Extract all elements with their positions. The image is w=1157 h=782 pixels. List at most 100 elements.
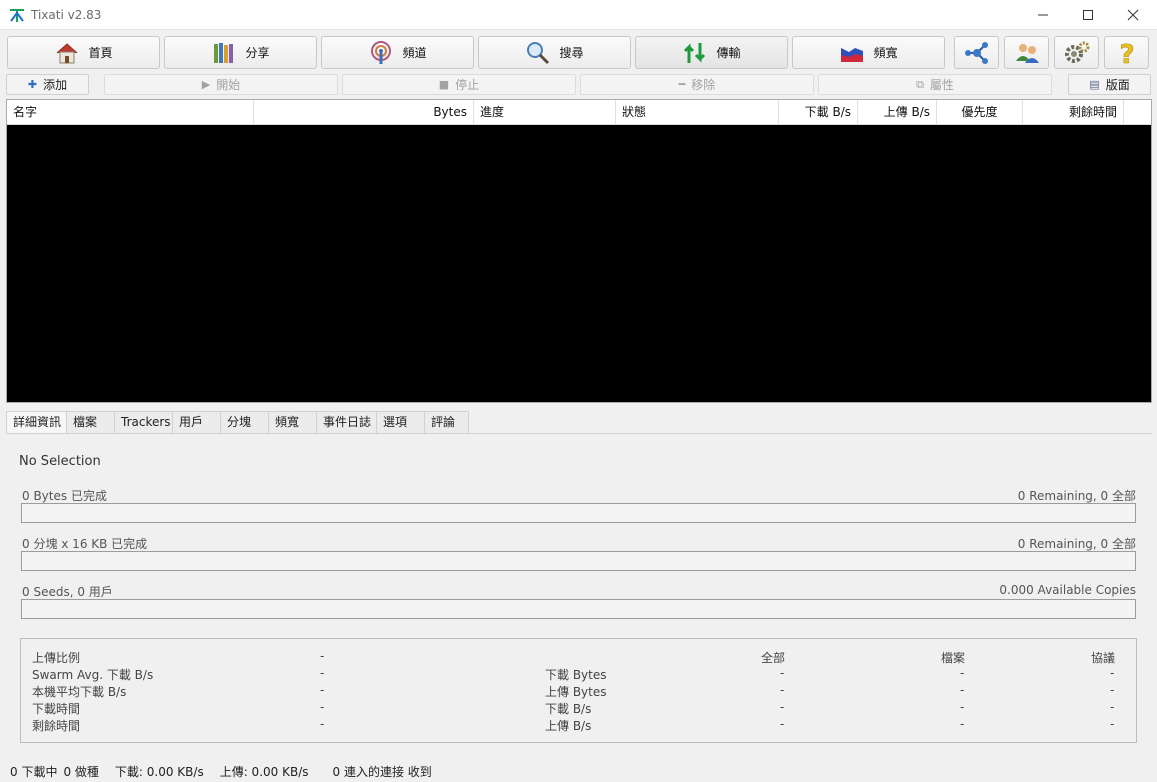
nav-search-button[interactable]: 搜尋 (478, 36, 631, 69)
tab-details[interactable]: 詳細資訊 (6, 411, 67, 434)
search-icon (527, 41, 550, 64)
users-icon (1015, 43, 1039, 63)
stop-label: 停止 (455, 78, 480, 92)
bytes-progress-bar (21, 503, 1136, 523)
stat-label-upload-ratio: 上傳比例 (32, 651, 81, 665)
start-button[interactable]: ▶ 開始 (104, 74, 338, 95)
stat-cell: - (780, 700, 785, 714)
status-download-rate: 下載: 0.00 KB/s (114, 764, 204, 779)
books-icon (214, 42, 234, 63)
stat-cell: - (1110, 666, 1115, 680)
transfer-arrows-icon (684, 42, 706, 63)
add-button[interactable]: ✚ 添加 (6, 74, 89, 95)
column-download-rate[interactable]: 下載 B/s (779, 100, 858, 125)
remove-button[interactable]: ━ 移除 (580, 74, 814, 95)
network-button[interactable] (954, 36, 999, 69)
nav-home-button[interactable]: 首頁 (7, 36, 160, 69)
start-label: 開始 (216, 78, 241, 92)
stat-cell: - (960, 683, 965, 697)
status-incoming-connections: 0 連入的連接 收到 (332, 764, 432, 779)
properties-label: 屬性 (929, 78, 954, 92)
gear-icon (1064, 41, 1089, 63)
stat-row-download-rate: 下載 B/s (545, 702, 592, 716)
layout-icon: ▤ (1089, 78, 1100, 91)
stat-value-download-time: - (320, 700, 325, 714)
details-panel: No Selection 0 Bytes 已完成 0 Remaining, 0 … (6, 433, 1152, 760)
nav-home-label: 首頁 (88, 46, 113, 60)
nav-share-button[interactable]: 分享 (164, 36, 317, 69)
status-seeding: 0 做種 (63, 764, 99, 779)
status-downloading: 0 下載中 (10, 764, 58, 779)
stat-cell: - (780, 666, 785, 680)
column-status[interactable]: 狀態 (616, 100, 779, 125)
stat-col-protocol: 協議 (1090, 651, 1115, 665)
properties-icon: ⧉ (916, 77, 924, 91)
stat-cell: - (780, 717, 785, 731)
nav-transfers-button[interactable]: 傳輸 (635, 36, 788, 69)
stat-value-local-avg: - (320, 683, 325, 697)
remove-label: 移除 (691, 78, 716, 92)
tab-bandwidth[interactable]: 頻寬 (268, 411, 317, 433)
stat-cell: - (960, 666, 965, 680)
detail-tabs: 詳細資訊 檔案 Trackers 用戶 分塊 頻寬 事件日誌 選項 評論 (6, 411, 469, 434)
stat-cell: - (960, 700, 965, 714)
stat-label-time-remaining: 剩餘時間 (32, 719, 81, 733)
tab-files[interactable]: 檔案 (66, 411, 115, 433)
add-label: 添加 (43, 78, 68, 92)
stat-row-upload-rate: 上傳 B/s (545, 719, 592, 733)
close-icon (1127, 9, 1139, 21)
tab-event-log[interactable]: 事件日誌 (316, 411, 377, 433)
stat-label-local-avg: 本機平均下載 B/s (32, 685, 127, 699)
seeds-peers-label: 0 Seeds, 0 用戶 (22, 585, 113, 599)
stop-icon: ■ (438, 78, 450, 91)
column-progress[interactable]: 進度 (474, 100, 616, 125)
layout-label: 版面 (1105, 78, 1130, 92)
bytes-done-label: 0 Bytes 已完成 (22, 489, 107, 503)
stat-cell: - (780, 683, 785, 697)
table-body[interactable] (7, 126, 1151, 402)
users-button[interactable] (1004, 36, 1049, 69)
available-copies-label: 0.000 Available Copies (999, 583, 1136, 597)
column-bytes[interactable]: Bytes (254, 100, 474, 125)
stat-row-download-bytes: 下載 Bytes (545, 668, 607, 682)
column-priority[interactable]: 優先度 (937, 100, 1023, 125)
stat-value-upload-ratio: - (320, 649, 325, 663)
bytes-remaining-label: 0 Remaining, 0 全部 (1017, 489, 1136, 503)
minimize-button[interactable] (1020, 0, 1066, 30)
tab-trackers[interactable]: Trackers (114, 411, 173, 433)
status-upload-rate: 上傳: 0.00 KB/s (219, 764, 309, 779)
nav-search-label: 搜尋 (559, 46, 584, 60)
minus-icon: ━ (678, 78, 686, 91)
home-icon (57, 42, 78, 63)
transfers-table[interactable]: 名字 Bytes 進度 狀態 下載 B/s 上傳 B/s 優先度 剩餘時間 (6, 99, 1152, 403)
column-name[interactable]: 名字 (7, 100, 254, 125)
nav-channels-button[interactable]: 頻道 (321, 36, 474, 69)
maximize-button[interactable] (1065, 0, 1111, 30)
tab-peers[interactable]: 用戶 (172, 411, 221, 433)
tab-pieces[interactable]: 分塊 (220, 411, 269, 433)
stat-col-total: 全部 (760, 651, 785, 665)
pieces-progress-bar (21, 551, 1136, 571)
stat-cell: - (1110, 717, 1115, 731)
help-button[interactable]: ? (1104, 36, 1149, 69)
nav-bandwidth-button[interactable]: 頻寬 (792, 36, 945, 69)
stat-row-upload-bytes: 上傳 Bytes (545, 685, 607, 699)
layout-button[interactable]: ▤ 版面 (1068, 74, 1151, 95)
stat-label-swarm-avg: Swarm Avg. 下載 B/s (32, 668, 154, 682)
stop-button[interactable]: ■ 停止 (342, 74, 576, 95)
minimize-icon (1038, 14, 1048, 16)
close-button[interactable] (1110, 0, 1156, 30)
column-time-remaining[interactable]: 剩餘時間 (1023, 100, 1124, 125)
properties-button[interactable]: ⧉ 屬性 (818, 74, 1052, 95)
settings-button[interactable] (1054, 36, 1099, 69)
svg-text:?: ? (1119, 40, 1134, 67)
bandwidth-graph-icon (841, 47, 864, 62)
stat-cell: - (1110, 700, 1115, 714)
tab-comments[interactable]: 評論 (424, 411, 469, 433)
table-header: 名字 Bytes 進度 狀態 下載 B/s 上傳 B/s 優先度 剩餘時間 (7, 100, 1151, 125)
selection-title: No Selection (19, 454, 101, 469)
tab-options[interactable]: 選項 (376, 411, 425, 433)
stat-label-download-time: 下載時間 (32, 702, 81, 716)
plus-icon: ✚ (27, 78, 38, 91)
column-upload-rate[interactable]: 上傳 B/s (858, 100, 937, 125)
